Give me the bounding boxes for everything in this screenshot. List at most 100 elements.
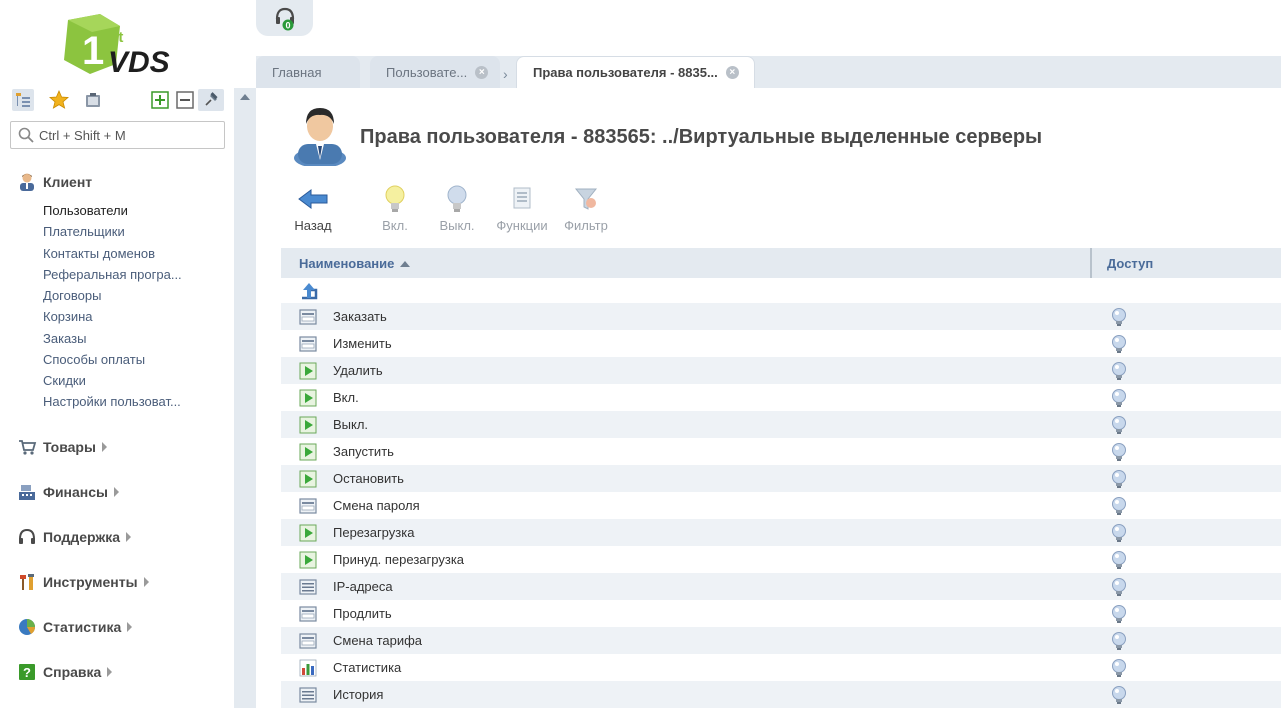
access-bulb-icon[interactable] [1110,307,1128,327]
table-row[interactable]: Смена пароля [281,492,1281,519]
table-row[interactable]: Вкл. [281,384,1281,411]
scroll-up-icon[interactable] [240,94,250,100]
sidebar-item-user-settings[interactable]: Настройки пользоват... [43,394,181,409]
table-row[interactable]: Перезагрузка [281,519,1281,546]
sidebar-item-payment-methods[interactable]: Способы оплаты [43,352,145,367]
brand-logo[interactable]: 1 st VDS [60,12,180,79]
clipboard-icon[interactable] [82,89,104,111]
sidebar-group-tools[interactable]: Инструменты [17,572,149,592]
action-label: Выкл. [439,218,475,233]
list-icon [299,578,317,596]
tree-icon[interactable] [12,89,34,111]
table-row[interactable]: Продлить [281,600,1281,627]
access-bulb-icon[interactable] [1110,523,1128,543]
filter-icon [570,184,602,214]
table-row-up[interactable] [281,278,1281,303]
sidebar-group-statistics[interactable]: Статистика [17,617,133,637]
sidebar-group-client[interactable]: Клиент [17,172,92,192]
form-icon [299,497,317,515]
table-row[interactable]: Остановить [281,465,1281,492]
close-icon[interactable]: × [475,65,489,79]
access-bulb-icon[interactable] [1110,685,1128,705]
action-label: Функции [496,218,548,233]
bulb-off-icon [441,184,473,214]
sidebar-item-contracts[interactable]: Договоры [43,288,101,303]
access-bulb-icon[interactable] [1110,415,1128,435]
column-header-access[interactable]: Доступ [1107,256,1153,271]
table-row[interactable]: Статистика [281,654,1281,681]
close-icon[interactable]: × [725,66,739,79]
tab-home[interactable]: Главная [256,56,360,88]
pin-icon[interactable] [198,89,224,111]
access-bulb-icon[interactable] [1110,361,1128,381]
headset-icon: 0 [275,7,294,31]
access-bulb-icon[interactable] [1110,577,1128,597]
filter-button[interactable]: Фильтр [556,184,616,233]
column-header-label: Наименование [299,256,395,271]
client-icon [17,172,37,192]
functions-button[interactable]: Функции [492,184,552,233]
pie-chart-icon [17,617,37,637]
sidebar-group-help[interactable]: ? Справка [17,662,113,682]
row-name: Вкл. [333,390,359,405]
enable-button[interactable]: Вкл. [365,184,425,233]
access-bulb-icon[interactable] [1110,334,1128,354]
support-badge: 0 [285,21,290,31]
access-bulb-icon[interactable] [1110,469,1128,489]
table-row[interactable]: Удалить [281,357,1281,384]
chevron-right-icon [114,487,119,497]
expand-icon[interactable] [149,89,171,111]
sidebar-item-cart[interactable]: Корзина [43,309,93,324]
tab-user-rights[interactable]: Права пользователя - 8835... × [516,56,755,88]
column-resizer[interactable] [1090,248,1092,278]
table-row[interactable]: Изменить [281,330,1281,357]
chevron-right-icon [101,442,107,452]
access-bulb-icon[interactable] [1110,658,1128,678]
access-bulb-icon[interactable] [1110,550,1128,570]
tab-label: Права пользователя - 8835... [533,65,718,80]
table-row[interactable]: Принуд. перезагрузка [281,546,1281,573]
search-input[interactable] [39,126,219,144]
bulb-on-icon [379,184,411,214]
access-bulb-icon[interactable] [1110,442,1128,462]
disable-button[interactable]: Выкл. [427,184,487,233]
collapse-icon[interactable] [174,89,196,111]
play-icon [299,389,317,407]
sidebar-item-discounts[interactable]: Скидки [43,373,86,388]
access-bulb-icon[interactable] [1110,604,1128,624]
sidebar-group-support[interactable]: Поддержка [17,527,132,547]
sidebar-group-products[interactable]: Товары [17,437,107,457]
table-row[interactable]: Запустить [281,438,1281,465]
table-row[interactable]: Заказать [281,303,1281,330]
sidebar-group-finance[interactable]: Финансы [17,482,119,502]
table-row[interactable]: Выкл. [281,411,1281,438]
chevron-right-icon [107,667,113,677]
sidebar-item-users[interactable]: Пользователи [43,203,128,218]
table-row[interactable]: История [281,681,1281,708]
access-bulb-icon[interactable] [1110,388,1128,408]
access-bulb-icon[interactable] [1110,631,1128,651]
svg-text:st: st [110,29,123,46]
sidebar-item-payers[interactable]: Плательщики [43,224,125,239]
chevron-right-icon [127,622,133,632]
play-icon [299,362,317,380]
sidebar-item-orders[interactable]: Заказы [43,331,86,346]
star-icon[interactable] [48,89,70,111]
sidebar-scrollbar[interactable] [234,88,256,708]
sidebar-group-label: Инструменты [43,574,138,590]
access-bulb-icon[interactable] [1110,496,1128,516]
sidebar-search[interactable] [10,121,225,149]
level-up-icon[interactable] [298,280,320,305]
table-body: Заказать Изменить Удалить Вкл. Выкл. Запустит… [281,303,1281,708]
sidebar-item-referral[interactable]: Реферальная програ... [43,267,182,282]
sidebar-item-domain-contacts[interactable]: Контакты доменов [43,246,155,261]
column-header-name[interactable]: Наименование [299,256,411,271]
table-row[interactable]: Смена тарифа [281,627,1281,654]
row-name: Выкл. [333,417,369,432]
tools-icon [17,572,37,592]
back-button[interactable]: Назад [283,184,343,233]
support-button[interactable]: 0 [256,0,313,36]
cart-icon [17,437,37,457]
tab-users[interactable]: Пользовате... × [370,56,500,88]
table-row[interactable]: IP-адреса [281,573,1281,600]
